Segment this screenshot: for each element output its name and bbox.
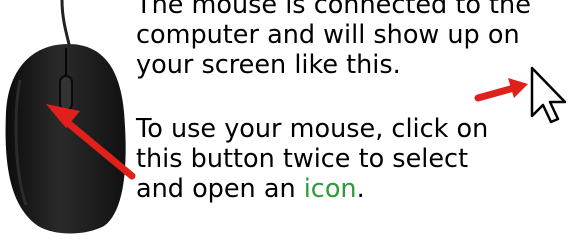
instruction-line-3-start: and open an xyxy=(136,174,304,204)
intro-line-2: computer and will show up on xyxy=(136,20,520,50)
icon-word-highlight: icon xyxy=(303,174,357,204)
mouse-cable xyxy=(60,0,72,49)
instruction-line-2: this button twice to select xyxy=(136,144,469,174)
computer-mouse-illustration xyxy=(5,0,126,234)
instruction-line-1: To use your mouse, click on xyxy=(136,114,489,144)
instruction-paragraph: To use your mouse, click on this button … xyxy=(136,114,488,204)
pointer-cursor-icon xyxy=(474,66,567,124)
intro-line-1: The mouse is connected to the xyxy=(136,0,531,20)
mouse-scroll-wheel xyxy=(59,75,73,111)
instruction-line-3: and open an icon. xyxy=(136,174,488,204)
instruction-line-3-end: . xyxy=(356,174,365,204)
